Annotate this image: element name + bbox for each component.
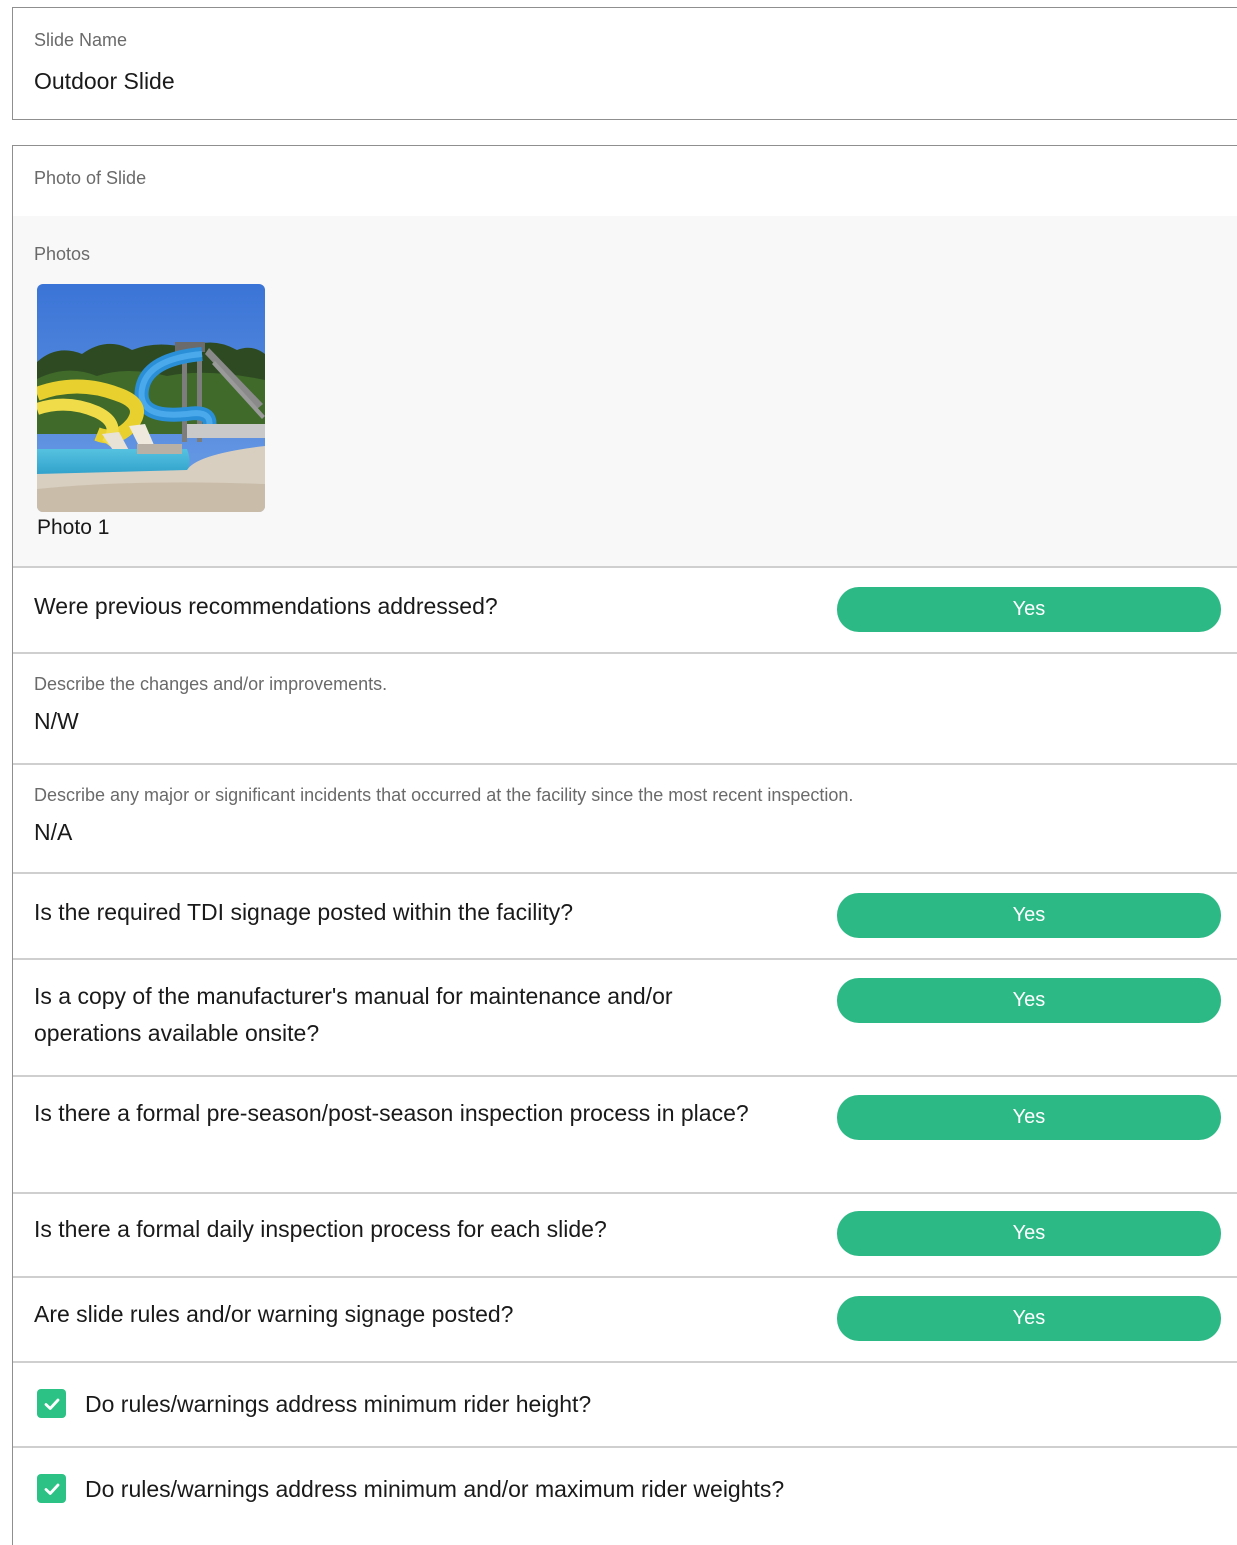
photo-section-label: Photo of Slide [34, 168, 147, 188]
checklist-label: Do rules/warnings address minimum and/or… [85, 1476, 785, 1502]
check-icon [44, 1483, 59, 1495]
describe-incidents-row: Describe any major or significant incide… [13, 765, 1237, 873]
answer-yes-button[interactable]: Yes [837, 1296, 1221, 1341]
question-text: Is there a formal daily inspection proce… [34, 1216, 607, 1242]
photos-area: Photos Photo 1 [13, 216, 1237, 566]
photos-label: Photos [34, 244, 91, 264]
question-text: Is there a formal pre-season/post-season… [34, 1100, 749, 1126]
question-row: Are slide rules and/or warning signage p… [13, 1278, 1237, 1362]
checkbox-checked[interactable] [37, 1389, 66, 1418]
question-row: Is a copy of the manufacturer's manual f… [13, 960, 1237, 1076]
answer-yes-button[interactable]: Yes [837, 978, 1221, 1023]
describe-changes-value[interactable]: N/W [34, 708, 79, 735]
question-row: Were previous recommendations addressed?… [13, 568, 1237, 652]
answer-yes-button[interactable]: Yes [837, 893, 1221, 938]
slide-name-value[interactable]: Outdoor Slide [34, 68, 175, 95]
photo-caption: Photo 1 [37, 516, 110, 539]
photo-thumbnail[interactable] [37, 284, 265, 512]
describe-changes-label: Describe the changes and/or improvements… [34, 674, 388, 694]
inspection-form-card: Photo of Slide Photos Photo 1 Were previ… [12, 145, 1237, 1545]
describe-changes-row: Describe the changes and/or improvements… [13, 654, 1237, 762]
question-row: Is there a formal pre-season/post-season… [13, 1077, 1237, 1193]
question-row: Is there a formal daily inspection proce… [13, 1194, 1237, 1278]
slide-name-card: Slide Name Outdoor Slide [12, 7, 1237, 120]
checkbox-checked[interactable] [37, 1474, 66, 1503]
answer-yes-button[interactable]: Yes [837, 1095, 1221, 1140]
answer-yes-button[interactable]: Yes [837, 587, 1221, 632]
question-row: Is the required TDI signage posted withi… [13, 874, 1237, 958]
describe-incidents-value[interactable]: N/A [34, 819, 72, 846]
checklist-label: Do rules/warnings address minimum rider … [85, 1391, 592, 1417]
checklist-row: Do rules/warnings address minimum rider … [13, 1363, 1237, 1447]
question-text: Is a copy of the manufacturer's manual f… [34, 983, 673, 1046]
question-text: Are slide rules and/or warning signage p… [34, 1301, 514, 1327]
water-slide-photo [37, 284, 265, 512]
question-text: Were previous recommendations addressed? [34, 593, 498, 619]
question-text: Is the required TDI signage posted withi… [34, 899, 574, 925]
slide-name-label: Slide Name [34, 30, 128, 50]
check-icon [44, 1398, 59, 1410]
answer-yes-button[interactable]: Yes [837, 1211, 1221, 1256]
describe-incidents-label: Describe any major or significant incide… [34, 785, 854, 805]
checklist-row: Do rules/warnings address minimum and/or… [13, 1448, 1237, 1532]
